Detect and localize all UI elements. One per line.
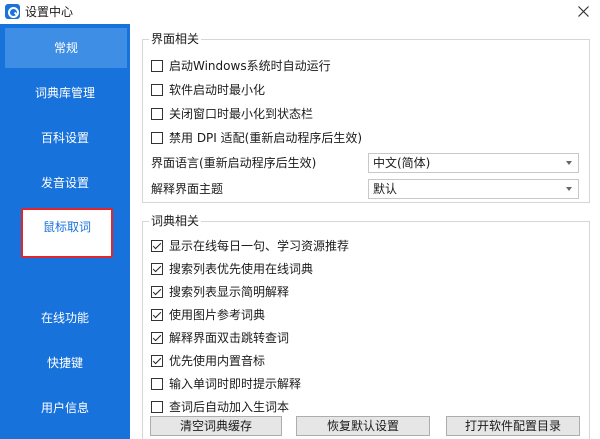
checkbox[interactable] [151,108,163,120]
option-image-dictionary[interactable]: 使用图片参考词典 [151,306,265,324]
checkbox[interactable] [151,286,163,298]
sidebar-item-mouse-lookup[interactable]: 鼠标取词 [22,208,112,258]
option-online-priority[interactable]: 搜索列表优先使用在线词典 [151,260,313,278]
clear-cache-button[interactable]: 清空词典缓存 [150,416,282,436]
title-bar: 设置中心 [0,0,600,24]
option-label: 使用图片参考词典 [169,308,266,322]
option-disable-dpi[interactable]: 禁用 DPI 适配(重新启动程序后生效) [151,129,362,147]
language-value: 中文(简体) [373,156,431,170]
checkbox[interactable] [151,401,163,413]
option-label: 解释界面双击跳转查词 [169,331,290,345]
option-label: 软件启动时最小化 [169,83,266,97]
dictionary-settings-group: 词典相关 显示在线每日一句、学习资源推荐 搜索列表优先使用在线词典 搜索列表显示… [142,214,590,439]
option-builtin-phonetics[interactable]: 优先使用内置音标 [151,352,265,370]
checkbox[interactable] [151,60,163,72]
group-title-interface: 界面相关 [149,32,202,46]
option-label: 优先使用内置音标 [169,354,266,368]
sidebar-item-hotkeys[interactable]: 快捷键 [0,343,130,383]
restore-defaults-button[interactable]: 恢复默认设置 [296,416,430,436]
option-label: 启动Windows系统时自动运行 [169,59,331,73]
theme-label: 解释界面主题 [151,182,224,196]
option-minimize-to-tray[interactable]: 关闭窗口时最小化到状态栏 [151,105,313,123]
theme-select[interactable]: 默认 [368,179,579,199]
sidebar-item-encyclopedia[interactable]: 百科设置 [0,118,130,158]
close-button[interactable] [566,0,600,24]
checkbox[interactable] [151,332,163,344]
theme-value: 默认 [373,182,398,196]
sidebar-item-general[interactable]: 常规 [5,28,127,68]
chevron-down-icon [566,187,572,191]
chevron-down-icon [566,161,572,165]
option-label: 关闭窗口时最小化到状态栏 [169,107,314,121]
option-double-click-lookup[interactable]: 解释界面双击跳转查词 [151,329,289,347]
sidebar-item-pronunciation[interactable]: 发音设置 [0,163,130,203]
option-instant-hint[interactable]: 输入单词时即时提示解释 [151,375,301,393]
checkbox[interactable] [151,132,163,144]
language-label: 界面语言(重新启动程序后生效) [151,156,317,170]
checkbox[interactable] [151,309,163,321]
checkbox[interactable] [151,378,163,390]
checkbox[interactable] [151,240,163,252]
checkbox[interactable] [151,84,163,96]
option-label: 搜索列表优先使用在线词典 [169,262,314,276]
open-config-dir-button[interactable]: 打开软件配置目录 [446,416,580,436]
app-logo-icon [5,4,20,19]
option-brief-explanation[interactable]: 搜索列表显示简明解释 [151,283,289,301]
option-auto-add-wordbook[interactable]: 查词后自动加入生词本 [151,398,289,416]
checkbox[interactable] [151,355,163,367]
option-label: 输入单词时即时提示解释 [169,377,302,391]
option-label: 搜索列表显示简明解释 [169,285,290,299]
checkbox[interactable] [151,263,163,275]
option-start-minimized[interactable]: 软件启动时最小化 [151,81,265,99]
group-title-dictionary: 词典相关 [149,214,202,228]
option-autostart[interactable]: 启动Windows系统时自动运行 [151,57,331,75]
option-label: 查词后自动加入生词本 [169,400,290,414]
option-daily-sentence[interactable]: 显示在线每日一句、学习资源推荐 [151,237,349,255]
language-select[interactable]: 中文(简体) [368,153,579,173]
option-label: 显示在线每日一句、学习资源推荐 [169,239,350,253]
sidebar-item-dictionary-library[interactable]: 词典库管理 [0,73,130,113]
close-icon [578,6,589,17]
option-label: 禁用 DPI 适配(重新启动程序后生效) [169,131,363,145]
window-title: 设置中心 [25,5,74,19]
interface-settings-group: 界面相关 启动Windows系统时自动运行 软件启动时最小化 关闭窗口时最小化到… [142,32,590,203]
sidebar-item-online-features[interactable]: 在线功能 [0,298,130,338]
sidebar-item-user-info[interactable]: 用户信息 [0,388,130,428]
